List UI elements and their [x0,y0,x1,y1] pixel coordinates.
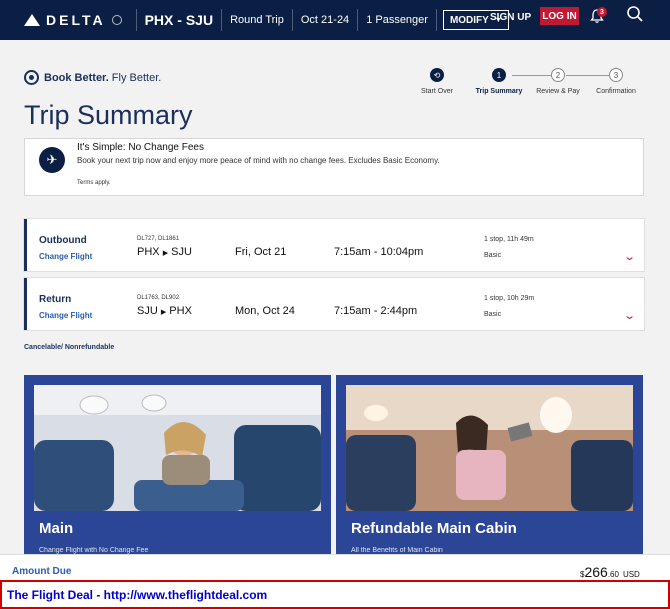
start-over-icon[interactable]: ⟲ [430,68,444,82]
step-label-review-pay: Review & Pay [536,88,580,95]
cancel-policy-note: Cancelable/ Nonrefundable [24,344,115,351]
amount-due-label: Amount Due [12,566,72,577]
top-nav-bar: DELTA PHX - SJU Round Trip Oct 21-24 1 P… [0,0,670,40]
passenger-count: 1 Passenger [366,14,428,26]
change-flight-link[interactable]: Change Flight [39,252,92,261]
fare-name: Refundable Main Cabin [351,520,517,537]
divider [291,9,293,31]
no-change-fees-card: ✈ It's Simple: No Change Fees Book your … [24,138,644,196]
amount-due-bar: Amount Due $ 266 .60 USD [0,554,670,581]
flight-numbers: DL1763, DL902 [137,295,180,301]
fare-card-main[interactable]: Main Change Flight with No Change Fee [24,375,331,555]
airplane-icon: ✈ [39,147,65,173]
flight-route: PHX ▶ SJU [137,246,192,258]
skyteam-seal-icon [111,15,122,25]
amount-due-value: $ 266 .60 USD [580,564,640,580]
terms-link[interactable]: Terms apply. [77,180,111,186]
fare-benefit: Change Flight with No Change Fee [39,547,149,554]
cabin-photo-main [34,385,321,511]
flight-direction: Outbound [39,235,87,246]
destination: PHX [169,305,192,317]
flight-stops: 1 stop, 11h 49m [484,236,534,243]
no-change-body: Book your next trip now and enjoy more p… [77,156,440,165]
notification-badge: 3 [597,7,607,17]
tagline-book: Book Better. [44,71,109,84]
fare-class: Basic [484,252,502,259]
sign-up-link[interactable]: SIGN UP [490,12,531,23]
delta-logo[interactable]: DELTA [24,12,122,28]
step-label-confirmation: Confirmation [596,88,636,95]
amount-dollars: 266 [584,564,608,580]
fare-name: Main [39,520,74,537]
trip-dates: Oct 21-24 [300,14,350,26]
amount-cents: .60 [607,570,619,579]
step-label-start-over[interactable]: Start Over [421,88,453,95]
step-2-dot: 2 [551,68,565,82]
return-flight-card[interactable]: Return Change Flight DL1763, DL902 SJU ▶… [24,278,644,330]
logo-text: DELTA [46,12,106,28]
booking-progress-stepper: ⟲ Start Over 1 Trip Summary 2 Review & P… [420,68,650,98]
arrow-right-icon: ▶ [162,250,169,257]
chevron-down-icon[interactable]: ⌄ [623,250,636,263]
fare-class: Basic [484,311,502,318]
flight-time: 7:15am - 10:04pm [334,246,424,258]
flight-date: Mon, Oct 24 [235,305,295,317]
delta-widget-icon [24,14,40,26]
trip-type: Round Trip [230,14,284,26]
flight-date: Fri, Oct 21 [235,246,287,258]
watermark-banner: The Flight Deal - http://www.theflightde… [0,580,670,609]
no-change-title: It's Simple: No Change Fees [77,142,204,153]
divider [135,9,137,31]
page-title: Trip Summary [24,100,193,130]
flight-direction: Return [39,294,72,305]
flight-time: 7:15am - 2:44pm [334,305,418,317]
chevron-down-icon[interactable]: ⌄ [623,309,636,322]
divider [435,9,437,31]
step-1-dot: 1 [492,68,506,82]
currency-code: USD [622,570,640,579]
change-flight-link[interactable]: Change Flight [39,311,92,320]
flight-numbers: DL727, DL1861 [137,236,180,242]
delta-badge-icon [24,70,39,85]
divider [221,9,223,31]
origin: PHX [137,246,160,258]
flight-route: SJU ▶ PHX [137,305,192,317]
step-connector [566,75,612,76]
fare-card-refundable-main[interactable]: Refundable Main Cabin All the Benefits o… [336,375,643,555]
fare-benefit: All the Benefits of Main Cabin [351,547,443,554]
tagline-fly: Fly Better. [111,71,162,84]
destination: SJU [171,246,192,258]
modify-label: MODIFY [449,14,489,26]
step-3-dot: 3 [609,68,623,82]
cabin-photo-refundable [346,385,633,511]
log-in-button[interactable]: LOG IN [540,7,579,25]
divider [357,9,359,31]
origin: SJU [137,305,158,317]
flight-stops: 1 stop, 10h 29m [484,295,535,302]
outbound-flight-card[interactable]: Outbound Change Flight DL727, DL1861 PHX… [24,219,644,271]
route-summary: PHX - SJU [144,12,214,28]
step-label-trip-summary: Trip Summary [475,88,523,95]
arrow-right-icon: ▶ [160,309,167,316]
search-icon[interactable] [626,5,644,23]
tagline: Book Better. Fly Better. [24,70,161,85]
banner-text: The Flight Deal - http://www.theflightde… [7,588,268,602]
